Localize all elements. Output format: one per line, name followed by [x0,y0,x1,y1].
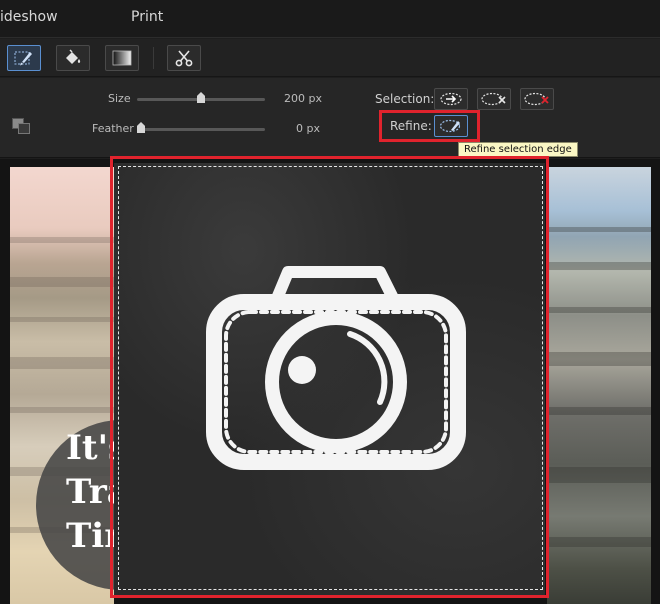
brush-selection-tool-button[interactable] [7,45,41,71]
refine-tooltip: Refine selection edge [458,142,578,157]
refine-highlight-box [379,110,480,142]
new-selection-button[interactable] [434,88,468,110]
color-swatch-icon[interactable] [12,118,30,134]
clear-selection-button[interactable] [520,88,554,110]
scissors-tool-button[interactable] [167,45,201,71]
clear-selection-icon [524,92,549,106]
size-value: 200 px [284,92,322,105]
subtract-selection-button[interactable] [477,88,511,110]
city-photo-right [547,167,651,604]
menu-slideshow[interactable]: ideshow [0,9,58,25]
subtract-selection-icon [481,92,506,106]
toolbar-divider [153,47,154,69]
canvas-highlight-box [110,156,549,598]
size-label: Size [108,92,131,105]
feather-value: 0 px [296,122,320,135]
gradient-tool-button[interactable] [105,45,139,71]
menu-print[interactable]: Print [131,9,163,25]
new-selection-icon [440,92,462,106]
selection-label: Selection: [375,92,435,106]
gradient-icon [112,50,132,66]
brush-selection-icon [14,51,32,66]
paint-bucket-icon [66,49,81,64]
tool-bar [0,39,660,77]
paint-bucket-tool-button[interactable] [56,45,90,71]
feather-slider-track[interactable] [137,128,265,131]
menu-bar: ideshow Print [0,0,660,38]
scissors-icon [175,50,193,67]
feather-label: Feather [92,122,134,135]
